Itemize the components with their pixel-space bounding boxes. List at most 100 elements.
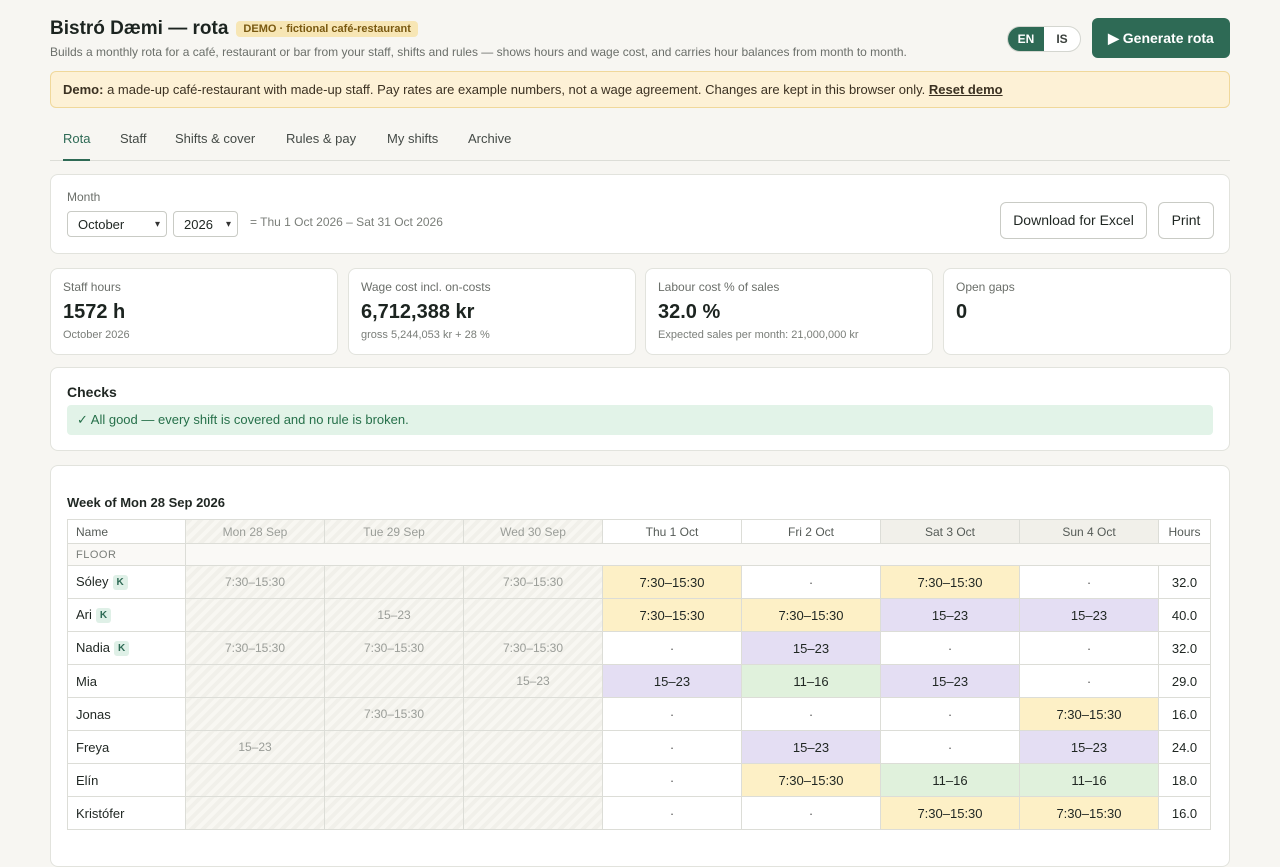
print-button[interactable]: Print — [1158, 202, 1214, 239]
shift-cell[interactable]: · — [1019, 664, 1159, 698]
shift-cell — [463, 796, 603, 830]
table-row: Nadia K 7:30–15:30 7:30–15:30 7:30–15:30 · 15–… — [67, 631, 1211, 665]
shift-cell[interactable]: 7:30–15:30 — [741, 763, 881, 797]
checks-panel: Checks ✓ All good — every shift is cover… — [50, 367, 1230, 451]
shift-cell[interactable]: 15–23 — [1019, 598, 1159, 632]
shift-cell — [324, 565, 464, 599]
tab-shifts-cover[interactable]: Shifts & cover — [175, 131, 255, 159]
shift-cell — [324, 730, 464, 764]
chevron-down-icon: ▾ — [225, 219, 231, 230]
table-row: Jonas 7:30–15:30 · · · 7:30–15:30 16.0 — [67, 697, 1211, 731]
shift-cell[interactable]: · — [602, 763, 742, 797]
demo-badge: DEMO · fictional café-restaurant — [236, 21, 418, 37]
demo-notice: Demo: a made-up café-restaurant with mad… — [50, 71, 1230, 108]
hours-cell: 18.0 — [1158, 763, 1211, 797]
hours-cell: 29.0 — [1158, 664, 1211, 698]
shift-cell[interactable]: · — [741, 565, 881, 599]
keyholder-badge: K — [95, 608, 112, 623]
kpi-value: 1572 h — [63, 301, 126, 323]
table-row: Mia 15–23 15–23 11–16 15–23 · 29.0 — [67, 664, 1211, 698]
staff-name[interactable]: Elín — [67, 763, 186, 797]
lang-is-button[interactable]: IS — [1044, 27, 1080, 51]
shift-cell — [185, 763, 325, 797]
keyholder-badge: K — [113, 641, 130, 656]
shift-cell: 15–23 — [463, 664, 603, 698]
shift-cell[interactable]: · — [880, 730, 1020, 764]
staff-name[interactable]: Freya — [67, 730, 186, 764]
shift-cell — [324, 763, 464, 797]
shift-cell[interactable]: 7:30–15:30 — [741, 598, 881, 632]
shift-cell: 7:30–15:30 — [324, 631, 464, 665]
shift-cell[interactable]: 7:30–15:30 — [1019, 796, 1159, 830]
hours-cell: 32.0 — [1158, 631, 1211, 665]
shift-cell[interactable]: 15–23 — [602, 664, 742, 698]
reset-demo-link[interactable]: Reset demo — [929, 82, 1003, 97]
shift-cell[interactable]: · — [602, 697, 742, 731]
group-fill — [185, 543, 1211, 566]
shift-cell[interactable]: 15–23 — [741, 730, 881, 764]
generate-rota-button[interactable]: ▶ Generate rota — [1092, 18, 1230, 58]
staff-name[interactable]: Nadia K — [67, 631, 186, 665]
table-row: Ari K 15–23 7:30–15:30 7:30–15:30 15–23 15–23 4… — [67, 598, 1211, 632]
staff-name[interactable]: Mia — [67, 664, 186, 698]
shift-cell[interactable]: 11–16 — [741, 664, 881, 698]
lang-en-button[interactable]: EN — [1008, 27, 1044, 51]
tab-rota[interactable]: Rota — [63, 131, 91, 161]
staff-name[interactable]: Sóley K — [67, 565, 186, 599]
shift-cell — [463, 598, 603, 632]
tab-archive[interactable]: Archive — [468, 131, 511, 159]
checks-status-text: ✓ All good — every shift is covered and … — [77, 412, 409, 427]
tab-staff[interactable]: Staff — [120, 131, 147, 159]
col-header-name: Name — [67, 519, 186, 544]
shift-cell[interactable]: 7:30–15:30 — [602, 598, 742, 632]
shift-cell[interactable]: 15–23 — [741, 631, 881, 665]
month-select[interactable]: October ▾ — [67, 211, 167, 237]
shift-cell: 7:30–15:30 — [185, 565, 325, 599]
shift-cell[interactable]: · — [880, 697, 1020, 731]
staff-name-text: Elín — [76, 772, 99, 788]
shift-cell[interactable]: 11–16 — [880, 763, 1020, 797]
shift-cell[interactable]: · — [602, 631, 742, 665]
shift-cell[interactable]: · — [741, 697, 881, 731]
header: Bistró Dæmi — rota DEMO · fictional café-… — [50, 18, 1230, 66]
staff-name[interactable]: Ari K — [67, 598, 186, 632]
shift-cell[interactable]: 15–23 — [880, 598, 1020, 632]
shift-cell — [463, 763, 603, 797]
shift-cell — [463, 730, 603, 764]
year-select[interactable]: 2026 ▾ — [173, 211, 238, 237]
staff-name-text: Mia — [76, 673, 97, 689]
shift-cell[interactable]: 11–16 — [1019, 763, 1159, 797]
shift-cell[interactable]: 7:30–15:30 — [1019, 697, 1159, 731]
kpi-value: 32.0 % — [658, 301, 721, 323]
kpi-value: 0 — [956, 301, 968, 323]
shift-cell[interactable]: · — [1019, 631, 1159, 665]
staff-name[interactable]: Jonas — [67, 697, 186, 731]
shift-cell[interactable]: · — [602, 796, 742, 830]
kpi-sub: October 2026 — [63, 329, 130, 341]
year-select-value: 2026 — [184, 217, 213, 232]
shift-cell[interactable]: · — [1019, 565, 1159, 599]
rota-panel: Week of Mon 28 Sep 2026 Name Mon 28 Sep … — [50, 465, 1230, 867]
shift-cell[interactable]: 15–23 — [880, 664, 1020, 698]
staff-name[interactable]: Kristófer — [67, 796, 186, 830]
col-header-day: Mon 28 Sep — [185, 519, 325, 544]
tab-rules-pay[interactable]: Rules & pay — [286, 131, 356, 159]
shift-cell[interactable]: · — [602, 730, 742, 764]
checks-status: ✓ All good — every shift is covered and … — [67, 405, 1213, 435]
shift-cell — [324, 796, 464, 830]
shift-cell: 15–23 — [185, 730, 325, 764]
download-excel-button[interactable]: Download for Excel — [1000, 202, 1147, 239]
page-title: Bistró Dæmi — rota DEMO · fictional café-… — [50, 18, 418, 40]
kpi-label: Labour cost % of sales — [658, 280, 780, 294]
tab-my-shifts[interactable]: My shifts — [387, 131, 438, 159]
chevron-down-icon: ▾ — [154, 219, 160, 230]
shift-cell[interactable]: 15–23 — [1019, 730, 1159, 764]
kpi-label: Open gaps — [956, 280, 1015, 294]
hours-cell: 16.0 — [1158, 796, 1211, 830]
shift-cell[interactable]: 7:30–15:30 — [880, 565, 1020, 599]
shift-cell[interactable]: 7:30–15:30 — [602, 565, 742, 599]
shift-cell[interactable]: 7:30–15:30 — [880, 796, 1020, 830]
shift-cell[interactable]: · — [880, 631, 1020, 665]
keyholder-badge: K — [112, 575, 128, 590]
shift-cell[interactable]: · — [741, 796, 881, 830]
